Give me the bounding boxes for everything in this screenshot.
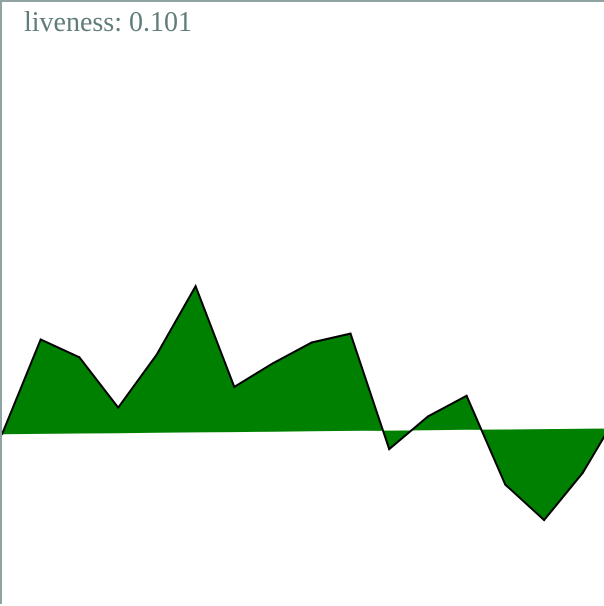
data-point <box>155 353 158 356</box>
data-point <box>543 519 546 522</box>
chart-marks <box>2 283 604 522</box>
liveness-value: 0.101 <box>129 7 192 38</box>
data-point <box>233 385 236 388</box>
liveness-label: liveness: <box>24 7 122 38</box>
data-point <box>581 471 584 474</box>
chart-frame: liveness: 0.101 <box>0 0 604 604</box>
data-point <box>310 341 313 344</box>
data-point <box>39 338 42 341</box>
data-point <box>465 394 468 397</box>
data-point <box>78 356 81 359</box>
data-point <box>388 448 391 451</box>
data-point <box>194 285 197 288</box>
area-chart <box>2 283 604 522</box>
data-point <box>272 362 274 365</box>
area-fill <box>2 286 604 521</box>
liveness-readout: liveness: 0.101 <box>24 7 192 39</box>
data-point <box>349 332 352 335</box>
data-point <box>117 406 120 409</box>
data-point <box>504 483 507 486</box>
data-point <box>426 415 429 418</box>
